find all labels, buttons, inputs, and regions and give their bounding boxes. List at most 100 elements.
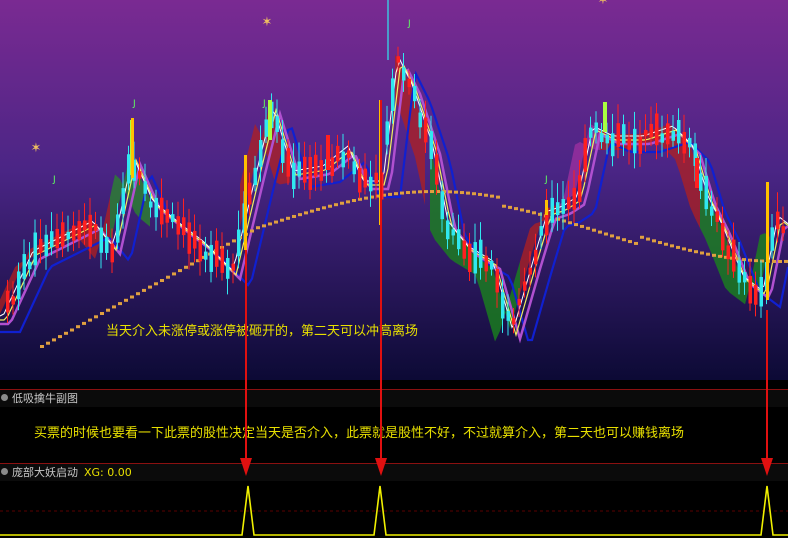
candle-body xyxy=(182,217,186,236)
ma-dot xyxy=(118,302,122,306)
figure-icon: ✶ xyxy=(31,141,42,156)
ma-dot xyxy=(418,190,422,194)
candle-body xyxy=(187,222,191,254)
ma-dot xyxy=(106,308,110,312)
j-marker: J xyxy=(52,175,56,185)
candle-body xyxy=(435,154,439,185)
ma-dot xyxy=(46,341,50,345)
ma-dot xyxy=(40,345,44,348)
ma-dot xyxy=(478,192,482,196)
candle-body xyxy=(121,188,125,214)
candle-body xyxy=(341,151,345,168)
ma-dot xyxy=(184,265,188,269)
candle-body xyxy=(165,209,169,223)
candle-body xyxy=(237,229,241,257)
j-marker: J xyxy=(407,19,411,29)
candle-body xyxy=(154,197,158,218)
candle-body xyxy=(286,148,290,177)
candle-body xyxy=(231,263,235,271)
candle-body xyxy=(275,116,279,132)
candle-body xyxy=(589,127,593,138)
candle-body xyxy=(688,137,692,148)
ma-dot xyxy=(304,211,308,215)
candle-body xyxy=(605,134,609,144)
candle-body xyxy=(528,267,532,275)
candle-body xyxy=(567,197,571,210)
ma-dot xyxy=(580,224,584,228)
ma-dot xyxy=(622,238,626,242)
candle-body xyxy=(127,154,131,184)
ma-dot xyxy=(328,204,332,208)
candle-body xyxy=(457,229,461,250)
ma-dot xyxy=(700,251,704,255)
candle-body xyxy=(776,211,780,230)
ma-dot xyxy=(424,190,428,194)
candle-body xyxy=(424,117,428,143)
ma-dot xyxy=(460,191,464,195)
candle-body xyxy=(462,240,466,259)
collapse-icon[interactable] xyxy=(1,468,8,475)
candle-body xyxy=(413,85,417,102)
ma-dot xyxy=(664,242,668,246)
candle-body xyxy=(622,124,626,144)
candle-body xyxy=(326,135,330,170)
candle-body xyxy=(633,128,637,154)
candle-body xyxy=(209,244,213,272)
candle-body xyxy=(83,220,87,231)
candle-body xyxy=(330,157,334,176)
sub-panel-2-header: 庞部大妖启动 XG: 0.00 xyxy=(0,463,788,481)
ma-dot xyxy=(694,250,698,254)
sub-panel-2-title: 庞部大妖启动 XG: 0.00 xyxy=(12,466,132,479)
candle-body xyxy=(594,122,598,133)
candle-body xyxy=(198,240,202,262)
sub-panel-2-chart[interactable] xyxy=(0,480,788,538)
candle-body xyxy=(644,129,648,137)
ma-dot xyxy=(640,235,644,239)
ma-dot xyxy=(388,192,392,196)
ma-dot xyxy=(250,229,254,233)
ma-dot xyxy=(598,230,602,234)
candle-body xyxy=(22,254,26,279)
candle-body xyxy=(99,227,103,253)
collapse-icon[interactable] xyxy=(1,394,8,401)
candle-body xyxy=(268,100,272,140)
candle-body xyxy=(407,78,411,88)
candle-body xyxy=(655,113,659,146)
figure-icon: ✶ xyxy=(262,15,273,30)
candle-body xyxy=(506,311,510,321)
sub-panel-1[interactable]: 买票的时候也要看一下此票的股性决定当天是否介入，此票就是股性不好，不过就算介入，… xyxy=(0,407,788,462)
candle-body xyxy=(215,240,219,267)
candle-body xyxy=(303,156,307,183)
candle-body xyxy=(473,242,477,274)
candle-body xyxy=(704,175,708,210)
candle-body xyxy=(501,292,505,319)
candle-body xyxy=(666,123,670,145)
candle-body xyxy=(363,168,367,188)
ma-dot xyxy=(490,194,494,198)
candle-body xyxy=(616,123,620,147)
ma-dot xyxy=(628,240,632,244)
candle-body xyxy=(446,220,450,240)
candle-body xyxy=(770,227,774,251)
ma-dot xyxy=(568,221,572,225)
candle-body xyxy=(11,296,15,305)
ma-dot xyxy=(292,214,296,218)
candle-body xyxy=(138,171,142,179)
candle-body xyxy=(149,201,153,208)
ma-dot xyxy=(454,190,458,194)
stock-chart-window: ✶ ✶ ✶ J J J J J 当天介入未涨停或涨停被砸开的，第二天可以冲高离场 低吸擒牛副图… xyxy=(0,0,788,538)
ma-dot xyxy=(670,244,674,248)
candle-body xyxy=(759,276,763,307)
candle-body xyxy=(347,150,351,158)
ma-dot xyxy=(160,279,164,282)
ma-dot xyxy=(310,209,314,213)
candle-body xyxy=(94,224,98,231)
candle-body xyxy=(369,176,373,192)
candle-body xyxy=(66,231,70,240)
candle-body xyxy=(116,214,120,243)
candle-body xyxy=(695,158,699,188)
candle-body xyxy=(171,214,175,223)
ma-dot xyxy=(70,328,74,332)
signal-bar xyxy=(766,182,769,300)
ma-dot xyxy=(262,224,266,228)
